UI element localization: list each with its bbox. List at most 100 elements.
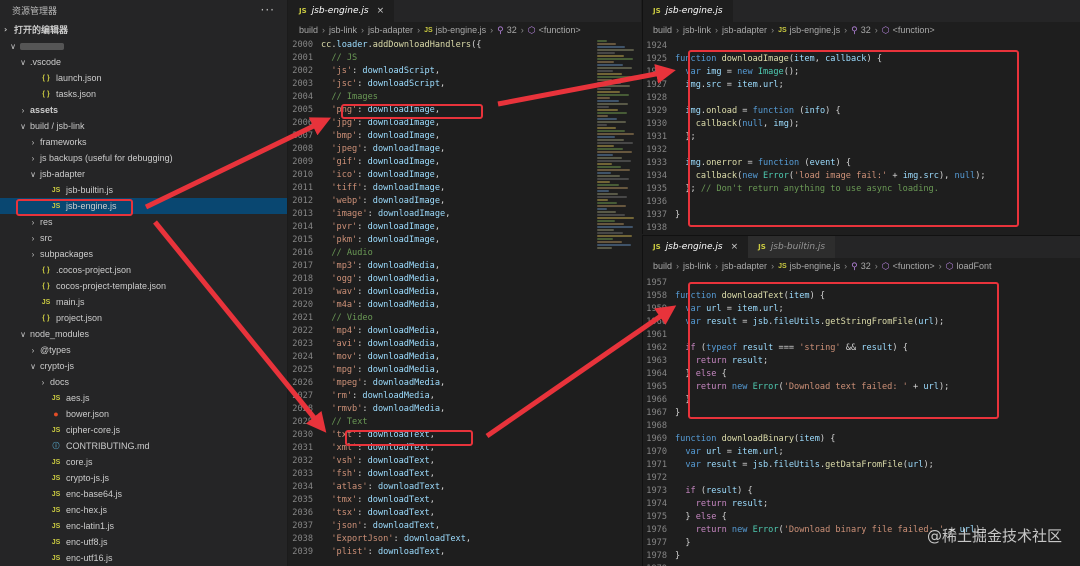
tree-folder[interactable]: › js backups (useful for debugging) xyxy=(0,150,287,166)
tab-jsb-engine[interactable]: JS jsb-engine.js × xyxy=(643,236,749,258)
close-icon[interactable]: × xyxy=(377,6,385,16)
tree-folder[interactable]: ∨ crypto-js xyxy=(0,358,287,374)
code-line: 1966 } xyxy=(643,393,1080,406)
line-number: 2018 xyxy=(292,273,313,284)
line-number: 2034 xyxy=(292,481,313,492)
tree-file[interactable]: ⓘ CONTRIBUTING.md xyxy=(0,438,287,454)
breadcrumb-item[interactable]: <function> xyxy=(893,261,935,271)
tab-jsb-engine[interactable]: JS jsb-engine.js × xyxy=(289,0,395,22)
tree-folder[interactable]: ∨ build / jsb-link xyxy=(0,118,287,134)
breadcrumb-item[interactable]: jsb-adapter xyxy=(368,25,413,35)
minimap-line xyxy=(597,226,633,228)
tree-file[interactable]: { } project.json xyxy=(0,310,287,326)
breadcrumb-item[interactable]: loadFont xyxy=(957,261,992,271)
tree-file[interactable]: JS cipher-core.js xyxy=(0,422,287,438)
breadcrumb-item[interactable]: build xyxy=(299,25,318,35)
breadcrumb-item[interactable]: <function> xyxy=(893,25,935,35)
tree-folder[interactable]: › assets xyxy=(0,102,287,118)
code-line: 2039 'plist': downloadText, xyxy=(289,545,641,558)
tree-file[interactable]: JS crypto-js.js xyxy=(0,470,287,486)
line-number: 1935 xyxy=(646,183,667,194)
breadcrumb-item[interactable]: 32 xyxy=(507,25,517,35)
tree-file[interactable]: JS enc-utf8.js xyxy=(0,534,287,550)
js-file-icon: JS xyxy=(51,458,61,466)
tree-folder[interactable]: › res xyxy=(0,214,287,230)
code-line: 1972 xyxy=(643,471,1080,484)
js-file-icon: JS xyxy=(51,394,61,402)
code-text: 'jsc': downloadScript, xyxy=(331,78,446,89)
tree-folder[interactable]: ∨ node_modules xyxy=(0,326,287,342)
line-number: 1964 xyxy=(646,368,667,379)
tree-folder[interactable]: ∨ jsb-adapter xyxy=(0,166,287,182)
tree-folder[interactable]: › frameworks xyxy=(0,134,287,150)
tree-file[interactable]: JS aes.js xyxy=(0,390,287,406)
tree-file[interactable]: JS main.js xyxy=(0,294,287,310)
tree-file[interactable]: { } tasks.json xyxy=(0,86,287,102)
minimap-line xyxy=(597,163,612,165)
code-text: var result = jsb.fileUtils.getDataFromFi… xyxy=(685,459,934,470)
js-file-icon: JS xyxy=(758,243,766,251)
code-text: 'ogg': downloadMedia, xyxy=(331,273,441,284)
breadcrumb-item[interactable]: jsb-adapter xyxy=(722,261,767,271)
symbol-icon: ⚲ xyxy=(851,260,858,271)
code-text: // Images xyxy=(331,91,378,102)
breadcrumb: build › jsb-link › jsb-adapter › JS jsb-engine.… xyxy=(289,22,641,38)
tree-folder[interactable]: › src xyxy=(0,230,287,246)
breadcrumb-item[interactable]: jsb-engine.js xyxy=(436,25,487,35)
js-file-icon: JS xyxy=(51,538,61,546)
breadcrumb-item[interactable]: build xyxy=(653,261,672,271)
tab-bar: JS jsb-engine.js × JS jsb-builtin.js xyxy=(643,236,1080,258)
tree-file[interactable]: { } cocos-project-template.json xyxy=(0,278,287,294)
tree-folder[interactable]: › docs xyxy=(0,374,287,390)
tree-folder[interactable]: ∨ xyxy=(0,38,287,54)
tree-folder[interactable]: ∨ .vscode xyxy=(0,54,287,70)
breadcrumb-item[interactable]: jsb-link xyxy=(683,261,711,271)
tree-folder[interactable]: › subpackages xyxy=(0,246,287,262)
more-actions-icon[interactable]: ··· xyxy=(261,3,275,17)
breadcrumb-item[interactable]: 32 xyxy=(861,25,871,35)
code-area[interactable]: 2000 cc.loader.addDownloadHandlers({2001 … xyxy=(289,38,641,558)
tree-file[interactable]: JS enc-hex.js xyxy=(0,502,287,518)
minimap-line xyxy=(597,184,619,186)
line-number: 2021 xyxy=(292,312,313,323)
code-line: 2037 'json': downloadText, xyxy=(289,519,641,532)
tab-jsb-engine[interactable]: JS jsb-engine.js xyxy=(643,0,733,22)
tree-file[interactable]: JS jsb-engine.js xyxy=(0,198,287,214)
breadcrumb-item[interactable]: jsb-engine.js xyxy=(790,25,841,35)
line-number: 2009 xyxy=(292,156,313,167)
breadcrumb-item[interactable]: jsb-link xyxy=(329,25,357,35)
minimap-line xyxy=(597,241,622,243)
code-area[interactable]: 1924 1925 function downloadImage(item, cal… xyxy=(643,38,1080,234)
code-line: 2031 'xml': downloadText, xyxy=(289,441,641,454)
code-line: 1933 img.onerror = function (event) { xyxy=(643,156,1080,169)
tree-file[interactable]: { } .cocos-project.json xyxy=(0,262,287,278)
breadcrumb-item[interactable]: <function> xyxy=(539,25,581,35)
tree-item-label: jsb-adapter xyxy=(40,169,86,179)
breadcrumb-item[interactable]: 32 xyxy=(861,261,871,271)
editor-pane-bottom-right: JS jsb-engine.js × JS jsb-builtin.js bui… xyxy=(642,235,1080,566)
close-icon[interactable]: × xyxy=(731,242,739,252)
tree-file[interactable]: JS core.js xyxy=(0,454,287,470)
tree-folder[interactable]: › @types xyxy=(0,342,287,358)
tree-file[interactable]: JS enc-base64.js xyxy=(0,486,287,502)
code-line: 2026 'mpeg': downloadMedia, xyxy=(289,376,641,389)
tree-file[interactable]: JS jsb-builtin.js xyxy=(0,182,287,198)
tree-file[interactable]: JS enc-latin1.js xyxy=(0,518,287,534)
tree-file[interactable]: JS enc-utf16.js xyxy=(0,550,287,566)
line-number: 1975 xyxy=(646,511,667,522)
minimap[interactable] xyxy=(597,40,635,250)
watermark: @稀土掘金技术社区 xyxy=(926,527,1062,545)
line-number: 2020 xyxy=(292,299,313,310)
breadcrumb-item[interactable]: build xyxy=(653,25,672,35)
code-text: } xyxy=(675,550,681,561)
tree-file[interactable]: { } launch.json xyxy=(0,70,287,86)
breadcrumb-item[interactable]: jsb-link xyxy=(683,25,711,35)
breadcrumb-item[interactable]: jsb-adapter xyxy=(722,25,767,35)
code-area[interactable]: 1957 1958 function downloadText(item) {195… xyxy=(643,274,1080,566)
tab-jsb-builtin[interactable]: JS jsb-builtin.js xyxy=(748,236,836,258)
chevron-down-icon: ∨ xyxy=(20,329,26,339)
tree-file[interactable]: ● bower.json xyxy=(0,406,287,422)
line-number: 2011 xyxy=(292,182,313,193)
open-editors-section[interactable]: › 打开的编辑器 xyxy=(0,20,287,38)
breadcrumb-item[interactable]: jsb-engine.js xyxy=(790,261,841,271)
